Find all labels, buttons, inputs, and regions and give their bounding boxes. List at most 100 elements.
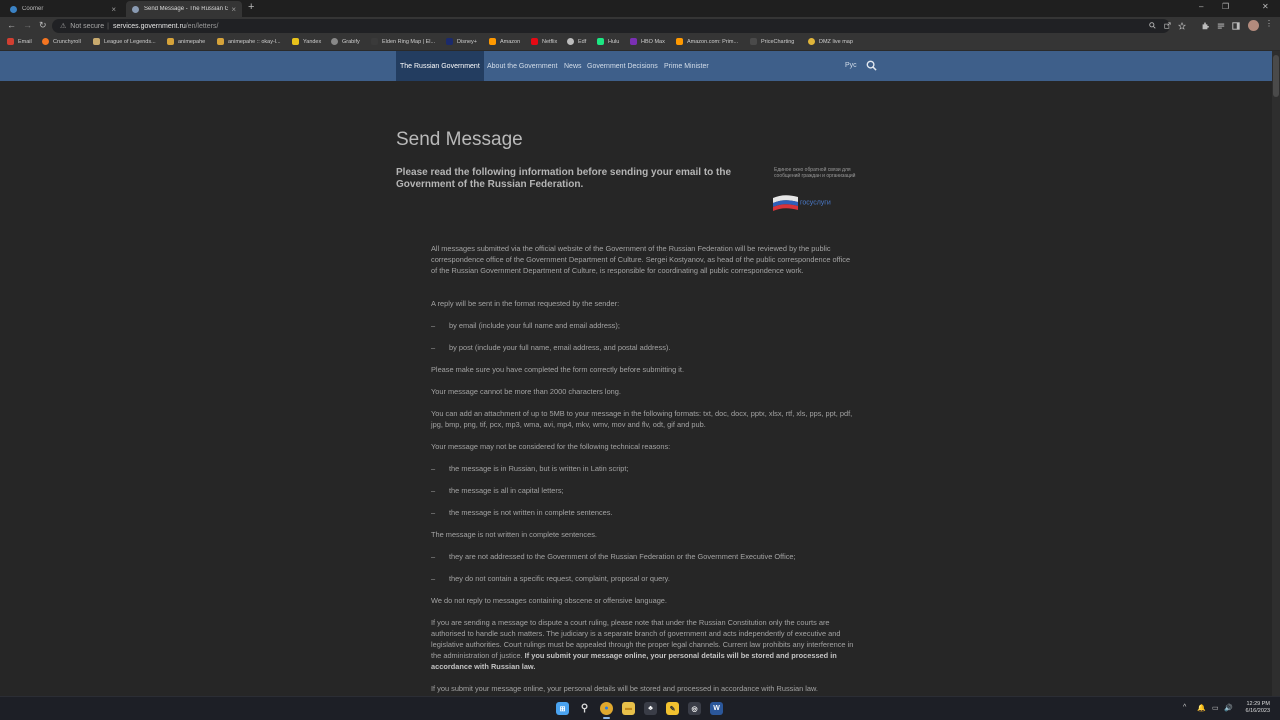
taskbar: ⊞ ⚲ ● ▬ ♣ ✎ ◎ W ^ 🔔 ▭ 🔊 12:29 PM 6/16/20… — [0, 696, 1280, 720]
reading-list-icon[interactable] — [1217, 22, 1225, 30]
paragraph: If you are sending a message to dispute … — [431, 617, 856, 672]
animepahe-icon — [167, 38, 174, 45]
yandex-icon — [292, 38, 299, 45]
close-window-icon[interactable]: ✕ — [1262, 2, 1269, 11]
windows-start-icon[interactable]: ⊞ — [556, 702, 569, 715]
tab-close-icon[interactable]: × — [111, 5, 116, 14]
app-icon[interactable]: ♣ — [644, 702, 657, 715]
new-tab-button[interactable]: + — [248, 1, 254, 13]
paragraph: You can add an attachment of up to 5MB t… — [431, 409, 853, 429]
paragraph: The message is not written in complete s… — [431, 530, 597, 539]
bookmark-email[interactable]: Email — [7, 38, 32, 45]
bookmark-disney[interactable]: Disney+ — [446, 38, 477, 45]
amazon-icon — [676, 38, 683, 45]
nav-government-decisions[interactable]: Government Decisions — [587, 51, 658, 81]
bookmark-animepahe-okay[interactable]: animepahe :: okay-l... — [217, 38, 281, 45]
maximize-icon[interactable]: ❐ — [1222, 2, 1229, 11]
nav-prime-minister[interactable]: Prime Minister — [664, 51, 709, 81]
site-navigation: The Russian Government About the Governm… — [0, 51, 1272, 81]
notification-icon[interactable]: 🔔 — [1197, 704, 1206, 712]
list-item: – by post (include your full name, email … — [431, 342, 856, 353]
tab-coomer[interactable]: Coomer × — [4, 1, 122, 17]
star-icon[interactable] — [1178, 22, 1186, 30]
paragraph: All messages submitted via the official … — [431, 244, 851, 275]
disney-icon — [446, 38, 453, 45]
bookmark-netflix[interactable]: Netflix — [531, 38, 557, 45]
paragraph: Your message cannot be more than 2000 ch… — [431, 387, 621, 396]
bookmark-edf[interactable]: Edf — [567, 38, 586, 45]
league-icon — [93, 38, 100, 45]
display-icon[interactable]: ▭ — [1212, 704, 1219, 712]
profile-avatar[interactable] — [1248, 20, 1259, 31]
bookmark-hulu[interactable]: Hulu — [597, 38, 619, 45]
email-icon — [7, 38, 14, 45]
system-clock[interactable]: 12:29 PM 6/16/2023 — [1236, 701, 1270, 715]
notes-icon[interactable]: ✎ — [666, 702, 679, 715]
dmz-map-icon — [808, 38, 815, 45]
more-menu-icon[interactable]: ⋮ — [1265, 19, 1273, 28]
crunchyroll-icon — [42, 38, 49, 45]
search-icon[interactable] — [866, 60, 877, 71]
list-dash: – — [431, 508, 436, 517]
tray-overflow-icon[interactable]: ^ — [1183, 704, 1186, 711]
bookmark-elden-ring[interactable]: Elden Ring Map | El... — [371, 38, 435, 45]
list-item: – they are not addressed to the Governmen… — [431, 551, 856, 562]
nav-about-government[interactable]: About the Government — [487, 51, 557, 81]
obs-icon[interactable]: ◎ — [688, 702, 701, 715]
volume-icon[interactable]: 🔊 — [1224, 704, 1233, 712]
back-icon[interactable]: ← — [7, 20, 16, 30]
extensions-icon[interactable] — [1201, 22, 1209, 30]
nav-russian-government[interactable]: The Russian Government — [396, 51, 484, 81]
language-switch[interactable]: Рус — [845, 62, 857, 69]
sidebar-icon[interactable] — [1232, 22, 1240, 30]
tab-favicon-icon — [10, 5, 17, 13]
bookmark-grabify[interactable]: Grabify — [331, 38, 360, 45]
clock-date: 6/16/2023 — [1245, 708, 1270, 714]
list-item: – the message is all in capital letters; — [431, 485, 856, 496]
gosuslugi-logo[interactable]: госуслуги — [772, 192, 868, 212]
list-dash: – — [431, 343, 436, 352]
word-icon[interactable]: W — [710, 702, 723, 715]
bookmark-crunchyroll[interactable]: Crunchyroll — [42, 38, 81, 45]
list-item-text: the message is not written in complete s… — [449, 508, 613, 517]
paragraph: Your message may not be considered for t… — [431, 442, 671, 451]
amazon-icon — [489, 38, 496, 45]
tab-close-icon[interactable]: × — [231, 5, 236, 14]
tab-title: Coomer — [22, 6, 44, 12]
not-secure-icon[interactable]: ⚠ — [60, 22, 66, 30]
bookmark-animepahe[interactable]: animepahe — [167, 38, 205, 45]
browser-toolbar: ← → ↻ ⚠ Not secure | services.government… — [0, 17, 1280, 35]
tab-send-message[interactable]: Send Message - The Russian Gov × — [126, 1, 242, 17]
search-icon[interactable]: ⚲ — [578, 702, 591, 715]
bookmark-pricecharting[interactable]: PriceCharting — [750, 38, 794, 45]
bookmark-hbo-max[interactable]: HBO Max — [630, 38, 665, 45]
intro-heading: Please read the following information be… — [396, 167, 732, 190]
gosuslugi-caption[interactable]: Единое окно обратной связи для сообщений… — [774, 167, 870, 180]
netflix-icon — [531, 38, 538, 45]
bookmark-league[interactable]: League of Legends... — [93, 38, 156, 45]
clock-time: 12:29 PM — [1246, 701, 1270, 707]
reload-icon[interactable]: ↻ — [39, 20, 47, 31]
page-scrollbar[interactable] — [1272, 51, 1280, 696]
list-item-text: by post (include your full name, email a… — [449, 343, 671, 352]
list-dash: – — [431, 552, 436, 561]
file-explorer-icon[interactable]: ▬ — [622, 702, 635, 715]
minimize-icon[interactable]: – — [1199, 2, 1203, 11]
forward-icon[interactable]: → — [23, 20, 32, 30]
scrollbar-thumb[interactable] — [1273, 55, 1279, 97]
chrome-icon[interactable]: ● — [600, 702, 613, 719]
address-separator: | — [107, 22, 109, 30]
address-bar[interactable]: ⚠ Not secure | services.government.ru /e… — [52, 19, 1186, 33]
bookmark-dmz-map[interactable]: DMZ live map — [808, 38, 853, 45]
share-icon[interactable] — [1164, 22, 1171, 29]
bookmark-amazon[interactable]: Amazon — [489, 38, 520, 45]
bookmark-amazon-prime[interactable]: Amazon.com: Prim... — [676, 38, 738, 45]
list-item: – by email (include your full name and em… — [431, 320, 856, 331]
search-icon[interactable] — [1149, 22, 1156, 29]
url-path: /en/letters/ — [185, 22, 219, 30]
bookmark-yandex[interactable]: Yandex — [292, 38, 321, 45]
url-host: services.government.ru — [112, 22, 186, 30]
list-dash: – — [431, 574, 436, 583]
nav-news[interactable]: News — [564, 51, 582, 81]
tab-title: Send Message - The Russian Gov — [144, 6, 229, 12]
